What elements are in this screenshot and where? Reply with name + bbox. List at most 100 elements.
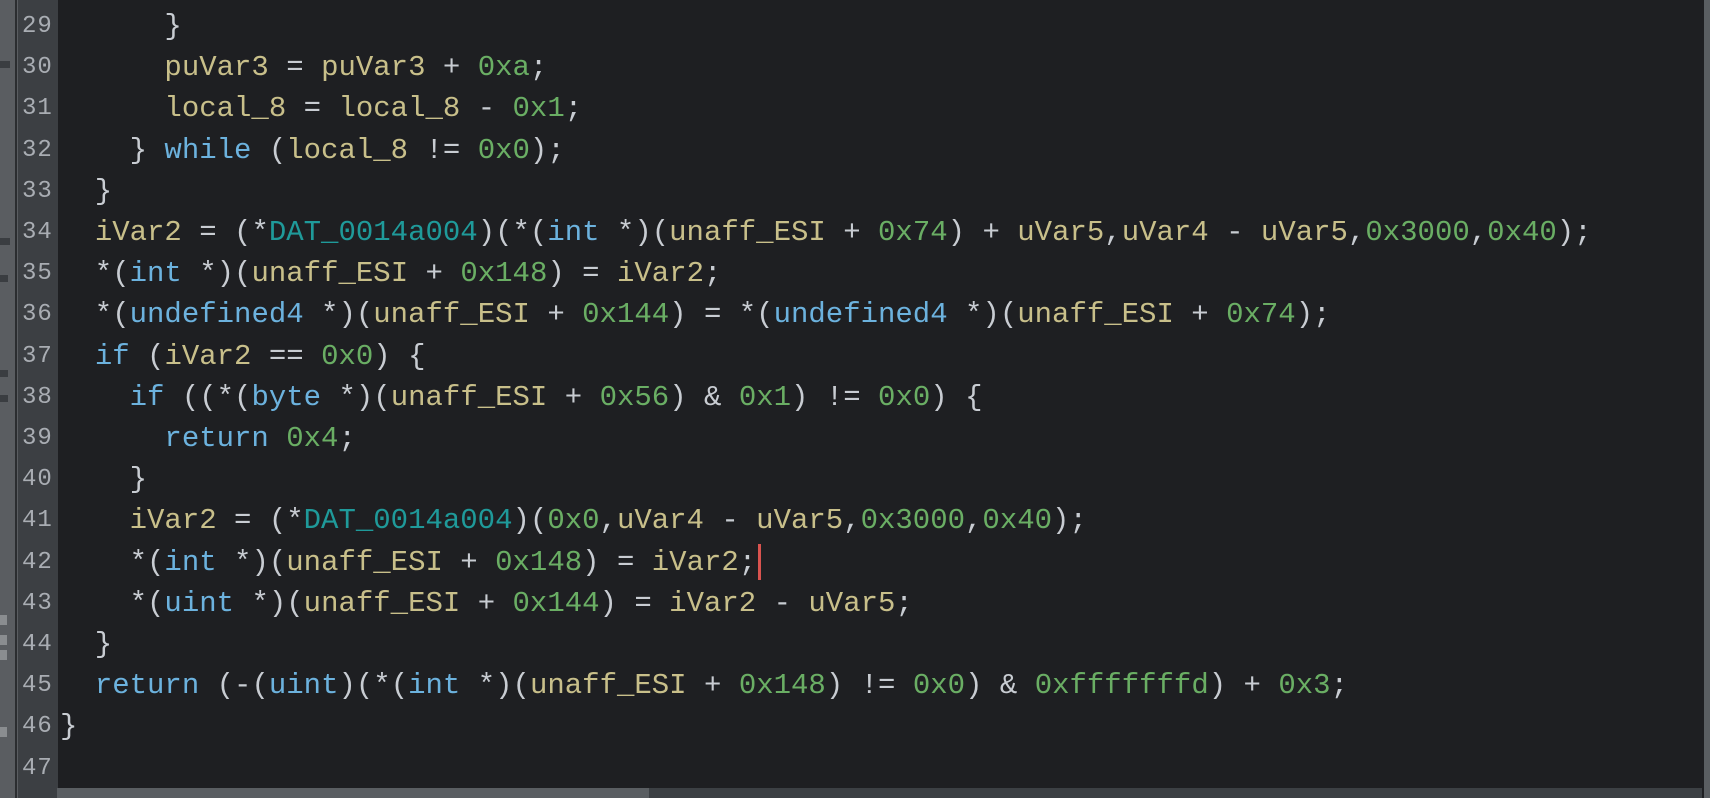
keyword[interactable]: if xyxy=(95,340,130,373)
line-number: 45 xyxy=(22,672,53,700)
identifier[interactable]: iVar2 xyxy=(130,504,217,537)
identifier[interactable]: unaff_ESI xyxy=(251,257,408,290)
keyword[interactable]: while xyxy=(164,134,251,167)
type-name[interactable]: uint xyxy=(269,669,339,702)
vertical-scrollbar[interactable] xyxy=(1704,0,1710,798)
number-literal[interactable]: 0x148 xyxy=(495,546,582,579)
code-line[interactable]: } while (local_8 != 0x0); xyxy=(60,130,565,171)
number-literal[interactable]: 0x3000 xyxy=(1365,216,1469,249)
code-line[interactable]: iVar2 = (*DAT_0014a004)(0x0,uVar4 - uVar… xyxy=(60,500,1087,541)
code-line[interactable]: } xyxy=(60,6,181,47)
number-literal[interactable]: 0x56 xyxy=(600,381,670,414)
identifier[interactable]: uVar5 xyxy=(808,587,895,620)
number-literal[interactable]: 0x144 xyxy=(513,587,600,620)
code-line[interactable]: *(uint *)(unaff_ESI + 0x144) = iVar2 - u… xyxy=(60,583,913,624)
identifier[interactable]: unaff_ESI xyxy=(304,587,461,620)
code-line[interactable]: } xyxy=(60,459,147,500)
identifier[interactable]: uVar4 xyxy=(1122,216,1209,249)
code-line[interactable]: } xyxy=(60,171,112,212)
identifier[interactable]: iVar2 xyxy=(617,257,704,290)
identifier[interactable]: iVar2 xyxy=(95,216,182,249)
identifier[interactable]: unaff_ESI xyxy=(391,381,548,414)
number-literal[interactable]: 0x1 xyxy=(513,92,565,125)
keyword[interactable]: return xyxy=(95,669,199,702)
global-symbol[interactable]: DAT_0014a004 xyxy=(304,504,513,537)
type-name[interactable]: int xyxy=(164,546,216,579)
number-literal[interactable]: 0x144 xyxy=(582,298,669,331)
identifier[interactable]: unaff_ESI xyxy=(373,298,530,331)
number-literal[interactable]: 0x148 xyxy=(460,257,547,290)
global-symbol[interactable]: DAT_0014a004 xyxy=(269,216,478,249)
type-name[interactable]: int xyxy=(130,257,182,290)
line-number: 31 xyxy=(22,95,53,123)
identifier[interactable]: uVar5 xyxy=(756,504,843,537)
number-literal[interactable]: 0xa xyxy=(478,51,530,84)
number-literal[interactable]: 0x0 xyxy=(547,504,599,537)
identifier[interactable]: local_8 xyxy=(164,92,286,125)
code-line[interactable]: } xyxy=(60,706,77,747)
punctuation: ) { xyxy=(373,339,426,373)
identifier[interactable]: unaff_ESI xyxy=(669,216,826,249)
code-line[interactable]: return 0x4; xyxy=(60,418,355,459)
number-literal[interactable]: 0x0 xyxy=(321,340,373,373)
code-editor[interactable]: } puVar3 = puVar3 + 0xa; local_8 = local… xyxy=(60,0,1700,780)
number-literal[interactable]: 0x1 xyxy=(739,381,791,414)
punctuation: )(*( xyxy=(477,216,548,249)
number-literal[interactable]: 0x0 xyxy=(878,381,930,414)
punctuation: } xyxy=(60,133,165,167)
number-literal[interactable]: 0x0 xyxy=(913,669,965,702)
keyword[interactable]: return xyxy=(164,422,268,455)
number-literal[interactable]: 0x40 xyxy=(1487,216,1557,249)
code-line[interactable]: *(int *)(unaff_ESI + 0x148) = iVar2; xyxy=(60,542,762,583)
horizontal-scrollbar[interactable] xyxy=(57,788,1702,798)
overview-marker xyxy=(0,61,10,68)
number-literal[interactable]: 0x74 xyxy=(1226,298,1296,331)
number-literal[interactable]: 0x3000 xyxy=(861,504,965,537)
keyword[interactable]: if xyxy=(130,381,165,414)
number-literal[interactable]: 0x74 xyxy=(878,216,948,249)
identifier[interactable]: unaff_ESI xyxy=(286,546,443,579)
identifier[interactable]: uVar4 xyxy=(617,504,704,537)
code-line[interactable]: puVar3 = puVar3 + 0xa; xyxy=(60,47,547,88)
line-number: 46 xyxy=(22,713,53,741)
code-line[interactable]: return (-(uint)(*(int *)(unaff_ESI + 0x1… xyxy=(60,665,1348,706)
line-number: 38 xyxy=(22,383,53,411)
identifier[interactable]: local_8 xyxy=(286,134,408,167)
overview-strip[interactable] xyxy=(0,0,16,798)
punctuation: *)( xyxy=(460,669,530,703)
code-line[interactable]: local_8 = local_8 - 0x1; xyxy=(60,88,582,129)
number-literal[interactable]: 0x4 xyxy=(286,422,338,455)
type-name[interactable]: int xyxy=(547,216,599,249)
number-literal[interactable]: 0x3 xyxy=(1278,669,1330,702)
code-line[interactable]: } xyxy=(60,624,112,665)
identifier[interactable]: puVar3 xyxy=(164,51,268,84)
number-literal[interactable]: 0xfffffffd xyxy=(1035,669,1209,702)
code-line[interactable]: if ((*(byte *)(unaff_ESI + 0x56) & 0x1) … xyxy=(60,377,983,418)
code-line[interactable]: if (iVar2 == 0x0) { xyxy=(60,336,426,377)
type-name[interactable]: uint xyxy=(164,587,234,620)
number-literal[interactable]: 0x0 xyxy=(478,134,530,167)
identifier[interactable]: iVar2 xyxy=(652,546,739,579)
type-name[interactable]: byte xyxy=(251,381,321,414)
overview-marker xyxy=(0,370,8,377)
identifier[interactable]: iVar2 xyxy=(669,587,756,620)
number-literal[interactable]: 0x148 xyxy=(739,669,826,702)
punctuation: *)( xyxy=(216,545,287,579)
code-line[interactable]: iVar2 = (*DAT_0014a004)(*(int *)(unaff_E… xyxy=(60,212,1592,253)
horizontal-scrollbar-thumb[interactable] xyxy=(57,788,650,798)
identifier[interactable]: iVar2 xyxy=(164,340,251,373)
identifier[interactable]: puVar3 xyxy=(321,51,425,84)
identifier[interactable]: uVar5 xyxy=(1261,216,1348,249)
identifier[interactable]: local_8 xyxy=(338,92,460,125)
type-name[interactable]: undefined4 xyxy=(774,298,948,331)
identifier[interactable]: unaff_ESI xyxy=(530,669,687,702)
overview-marker xyxy=(0,727,7,737)
identifier[interactable]: uVar5 xyxy=(1017,216,1104,249)
number-literal[interactable]: 0x40 xyxy=(982,504,1052,537)
code-line[interactable]: *(undefined4 *)(unaff_ESI + 0x144) = *(u… xyxy=(60,294,1331,335)
type-name[interactable]: undefined4 xyxy=(130,298,304,331)
type-name[interactable]: int xyxy=(408,669,460,702)
identifier[interactable]: unaff_ESI xyxy=(1017,298,1174,331)
code-line[interactable]: *(int *)(unaff_ESI + 0x148) = iVar2; xyxy=(60,253,722,294)
punctuation xyxy=(60,381,130,414)
